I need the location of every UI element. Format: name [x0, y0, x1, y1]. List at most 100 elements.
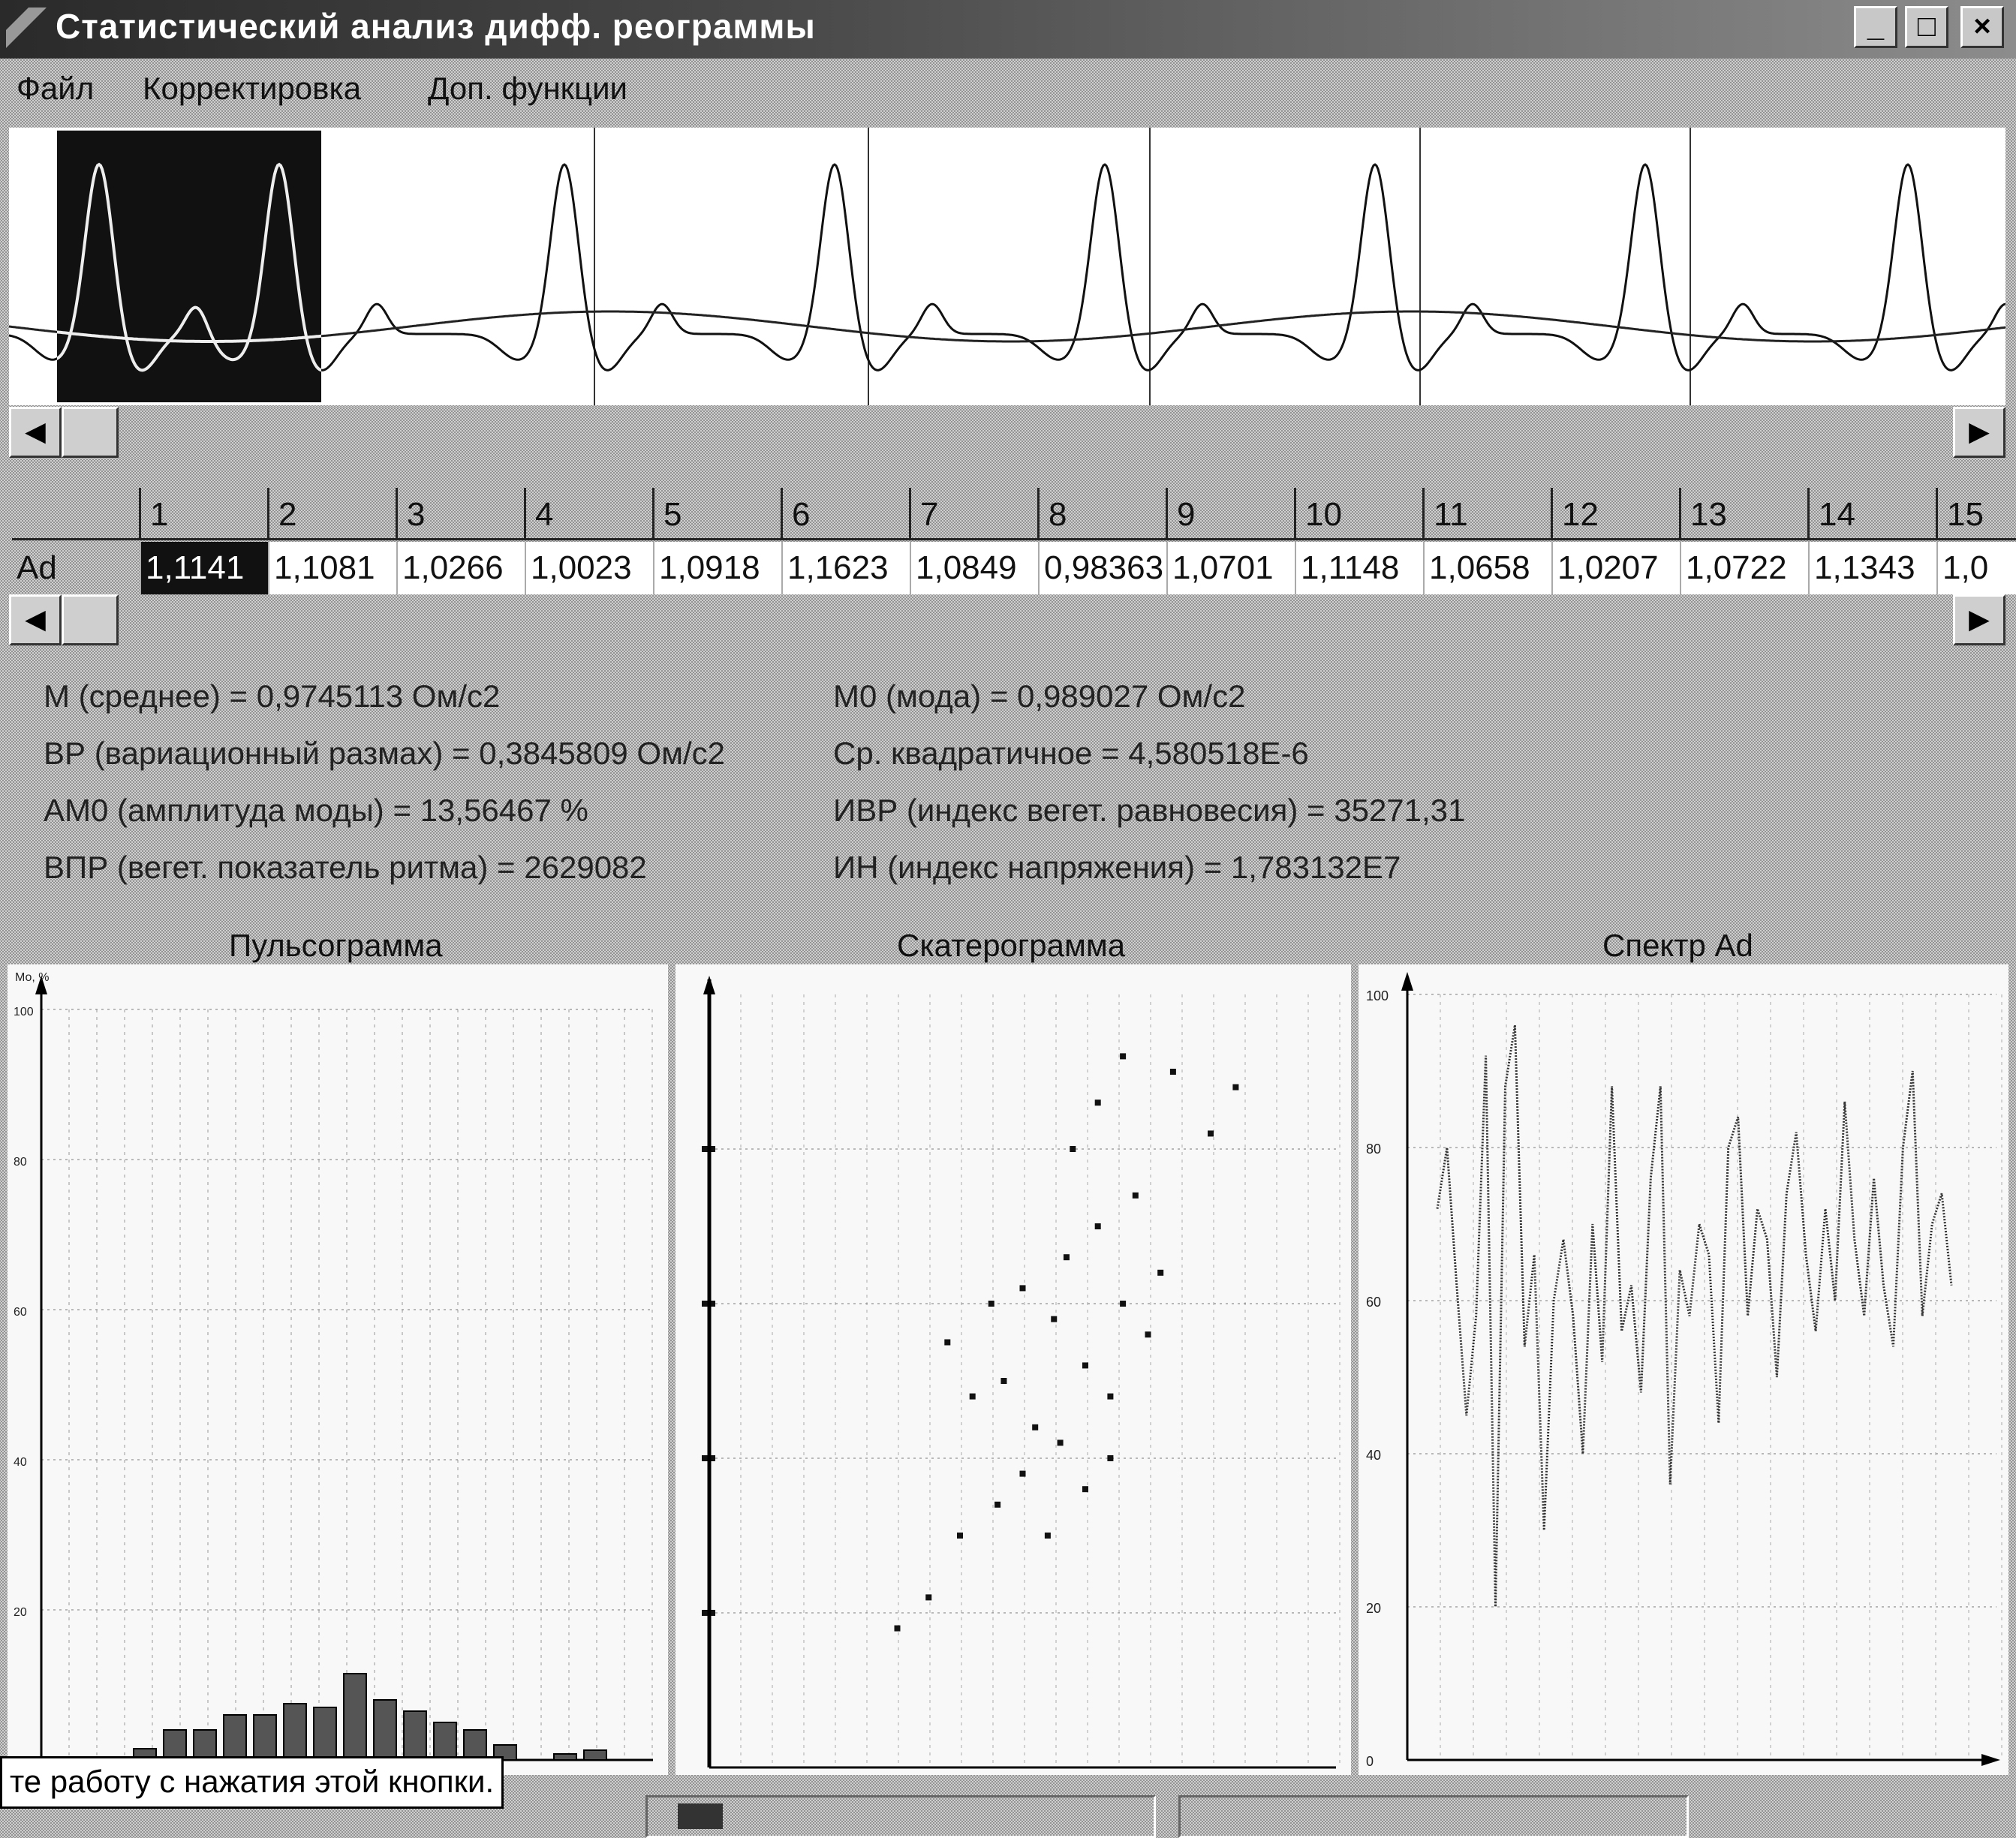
bar	[583, 1749, 607, 1761]
waveform-plot	[8, 128, 2006, 405]
table-scroll-thumb[interactable]	[62, 594, 119, 645]
close-button[interactable]: ×	[1960, 6, 2004, 48]
y-tick-label: 20	[1366, 1601, 1381, 1616]
scatter-point	[1070, 1146, 1076, 1152]
pulsogram-title: Пульсограмма	[229, 928, 443, 963]
table-cell[interactable]: 1,1343	[1810, 542, 1938, 594]
maximize-button[interactable]: □	[1905, 6, 1948, 48]
column-header[interactable]: 10	[1296, 488, 1425, 540]
table-cell[interactable]: 1,0701	[1168, 542, 1296, 594]
bar	[373, 1699, 397, 1761]
table-scroll-right-arrow-icon[interactable]: ▶	[1953, 594, 2005, 645]
y-tick-label: 40	[14, 1456, 27, 1469]
bar	[463, 1729, 487, 1761]
menu-file[interactable]: Файл	[17, 71, 94, 107]
y-axis-arrow-icon	[703, 976, 715, 994]
table-cell[interactable]: 1,0722	[1681, 542, 1810, 594]
scatter-point	[1169, 1069, 1176, 1075]
table-cell[interactable]: 1,0023	[526, 542, 654, 594]
bar	[343, 1673, 367, 1761]
scatter-point	[1094, 1099, 1101, 1106]
y-tick-label: 100	[14, 1006, 34, 1018]
scatter-point	[1044, 1533, 1051, 1539]
stat-mode-amplitude: АМ0 (амплитуда моды) = 13,56467 %	[44, 793, 588, 828]
column-header[interactable]: 1	[141, 488, 269, 540]
column-header[interactable]: 2	[269, 488, 398, 540]
column-header[interactable]: 6	[783, 488, 911, 540]
scatter-point	[1051, 1316, 1058, 1322]
title-bar: Статистический анализ дифф. реограммы _ …	[0, 0, 2016, 59]
stat-rms: Ср. квадратичное = 4,580518E-6	[833, 736, 1309, 771]
stat-balance-index: ИВР (индекс вегет. равновесия) = 35271,3…	[833, 793, 1466, 828]
column-header[interactable]: 14	[1810, 488, 1938, 540]
rheogram-waveform[interactable]	[8, 128, 2006, 405]
table-cell[interactable]: 1,1148	[1296, 542, 1425, 594]
y-tick-label: 100	[1366, 988, 1389, 1003]
column-header[interactable]: 13	[1681, 488, 1810, 540]
scatter-point	[1145, 1331, 1151, 1338]
menu-extra-functions[interactable]: Доп. функции	[428, 71, 627, 107]
table-cell[interactable]: 1,0	[1938, 542, 2016, 594]
pulsogram-chart: 100 80 60 40 20 Мо, %	[8, 964, 668, 1775]
column-header[interactable]: 5	[654, 488, 783, 540]
waveform-scrollbar[interactable]: ◀ ▶	[9, 407, 2005, 458]
scattergram-chart	[676, 964, 1351, 1775]
window-title: Статистический анализ дифф. реограммы	[56, 7, 816, 46]
scatter-point	[1120, 1301, 1127, 1307]
scatter-point	[1082, 1362, 1088, 1369]
bar	[193, 1729, 217, 1761]
scroll-right-arrow-icon[interactable]: ▶	[1953, 407, 2005, 458]
column-header[interactable]: 11	[1425, 488, 1553, 540]
table-cell[interactable]: 1,0207	[1553, 542, 1681, 594]
pulsogram-plot: 100 80 60 40 20 Мо, %	[14, 971, 653, 1761]
stat-stress-index: ИН (индекс напряжения) = 1,783132E7	[833, 850, 1401, 885]
spectrum-chart: 100 80 60 40 20 0	[1359, 964, 2008, 1775]
table-scrollbar[interactable]: ◀ ▶	[9, 594, 2005, 645]
bar	[403, 1710, 427, 1761]
table-cell[interactable]: 1,1141	[141, 542, 269, 594]
app-icon	[6, 8, 47, 48]
y-tick-label: 60	[1366, 1295, 1381, 1310]
scatter-point	[1057, 1439, 1064, 1446]
scatter-point	[1132, 1192, 1139, 1199]
scatter-point	[1208, 1130, 1214, 1137]
column-header[interactable]: 9	[1168, 488, 1296, 540]
stat-rhythm-index: ВПР (вегет. показатель ритма) = 2629082	[44, 850, 647, 885]
tooltip: те работу с нажатия этой кнопки.	[0, 1756, 504, 1809]
row-label: Ad	[12, 542, 141, 594]
scatter-point	[969, 1393, 976, 1400]
scatter-point	[988, 1301, 994, 1307]
column-header[interactable]: 7	[911, 488, 1040, 540]
table-cell[interactable]: 1,1623	[783, 542, 911, 594]
y-tick-label: 40	[1366, 1448, 1381, 1463]
column-header[interactable]: 8	[1040, 488, 1168, 540]
scatter-point	[1107, 1393, 1114, 1400]
status-panel-2[interactable]	[1178, 1795, 1689, 1838]
menu-bar: Файл Корректировка Доп. функции	[0, 59, 2016, 126]
minimize-button[interactable]: _	[1854, 6, 1897, 48]
column-header[interactable]: 15	[1938, 488, 2016, 540]
column-header[interactable]: 4	[526, 488, 654, 540]
bar	[553, 1753, 577, 1761]
scatter-point	[1019, 1285, 1026, 1292]
table-cell[interactable]: 1,0658	[1425, 542, 1553, 594]
table-cell[interactable]: 0,98363	[1040, 542, 1168, 594]
column-header[interactable]: 3	[398, 488, 526, 540]
menu-correction[interactable]: Корректировка	[143, 71, 361, 107]
table-cell[interactable]: 1,1081	[269, 542, 398, 594]
table-cell[interactable]: 1,0266	[398, 542, 526, 594]
table-cell[interactable]: 1,0849	[911, 542, 1040, 594]
scatter-point	[1032, 1424, 1039, 1430]
column-header[interactable]: 12	[1553, 488, 1681, 540]
scroll-thumb[interactable]	[62, 407, 119, 458]
spectrum-plot: 100 80 60 40 20 0	[1366, 972, 2002, 1769]
scroll-left-arrow-icon[interactable]: ◀	[9, 407, 62, 458]
table-cell[interactable]: 1,0918	[654, 542, 783, 594]
bar	[313, 1707, 337, 1761]
y-tick-label: 0	[1366, 1754, 1374, 1769]
spectrum-title: Спектр Ad	[1602, 928, 1753, 963]
table-corner	[12, 488, 141, 540]
scatter-point	[1019, 1470, 1026, 1477]
bar	[433, 1722, 457, 1761]
table-scroll-left-arrow-icon[interactable]: ◀	[9, 594, 62, 645]
